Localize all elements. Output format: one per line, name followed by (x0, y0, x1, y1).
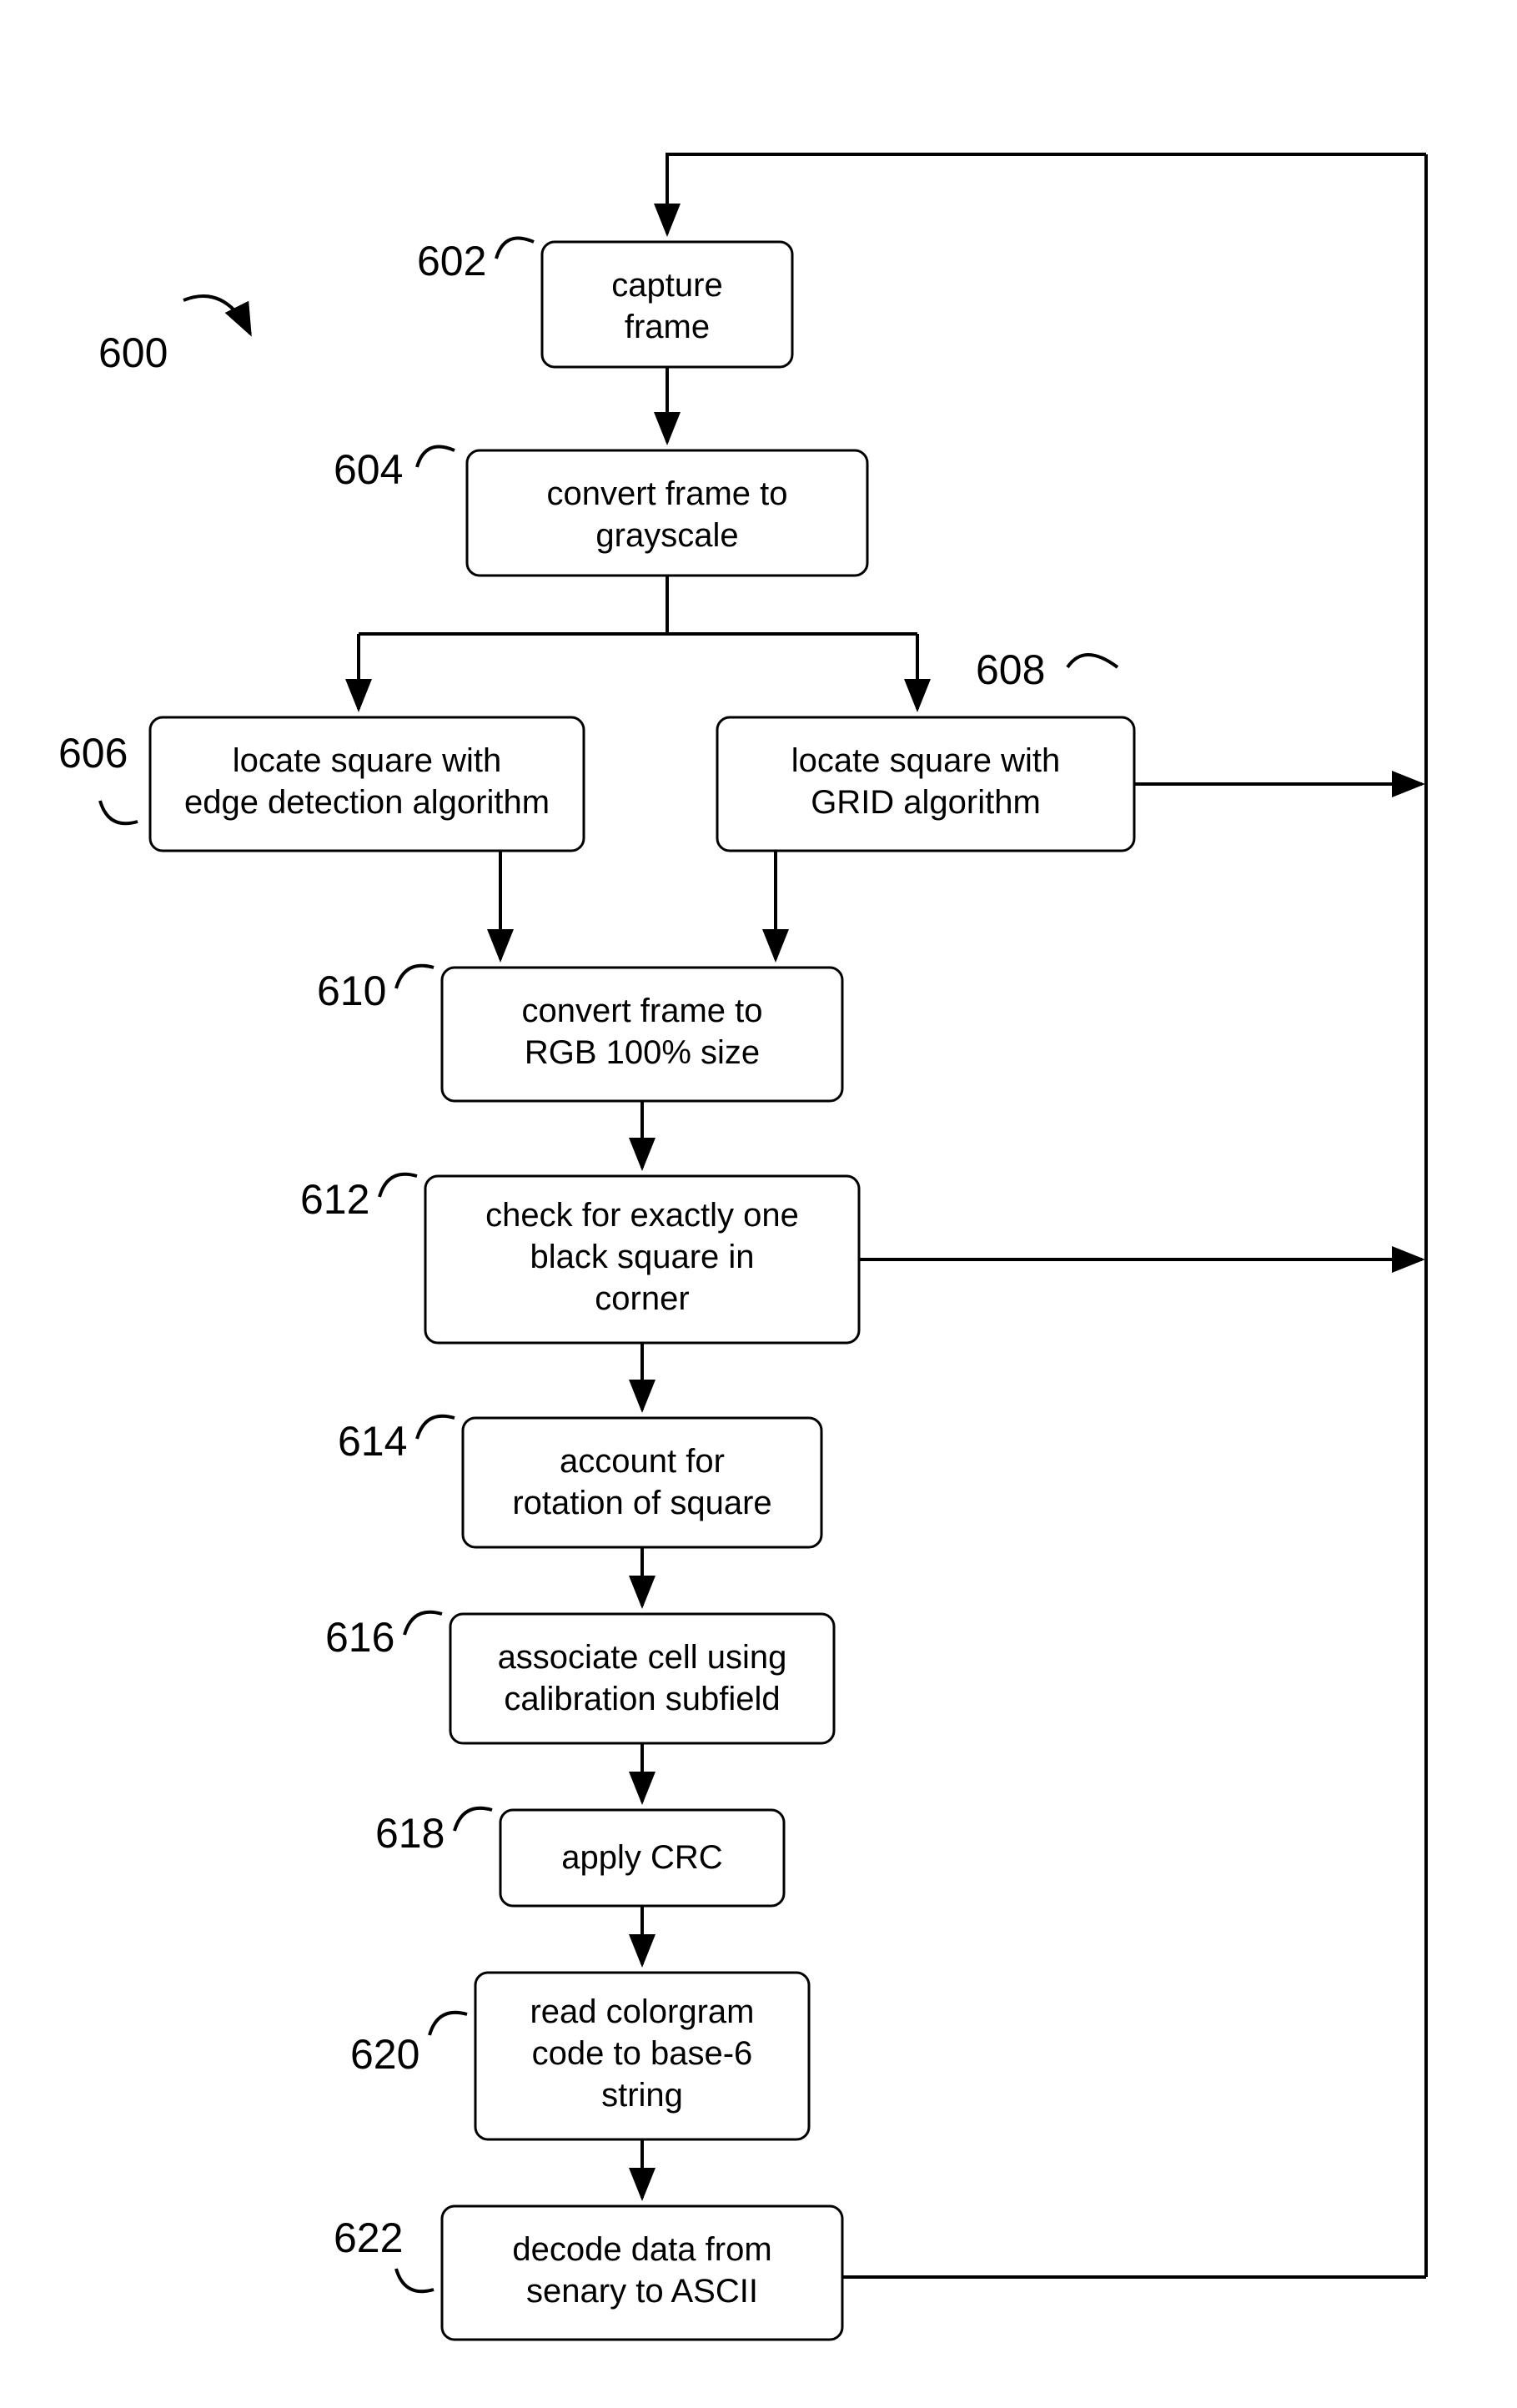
ref-608: 608 (976, 646, 1045, 693)
ref-622: 622 (334, 2214, 403, 2261)
ref-612: 612 (300, 1176, 369, 1223)
flowchart: 600 captureframe 602 convert frame togra… (0, 0, 1517, 2408)
ref-610: 610 (317, 968, 386, 1014)
node-convert-grayscale (467, 450, 867, 576)
ref-620: 620 (350, 2031, 419, 2078)
ref-614: 614 (338, 1418, 407, 1465)
ref-604: 604 (334, 446, 403, 493)
ref-602: 602 (417, 238, 486, 284)
ref-606: 606 (58, 730, 128, 777)
svg-text:apply CRC: apply CRC (561, 1839, 722, 1876)
ref-616: 616 (325, 1614, 394, 1661)
node-rotation (463, 1418, 821, 1547)
node-calibration (450, 1614, 834, 1743)
ref-618: 618 (375, 1810, 445, 1857)
node-capture-frame (542, 242, 792, 367)
diagram-ref: 600 (98, 329, 168, 376)
